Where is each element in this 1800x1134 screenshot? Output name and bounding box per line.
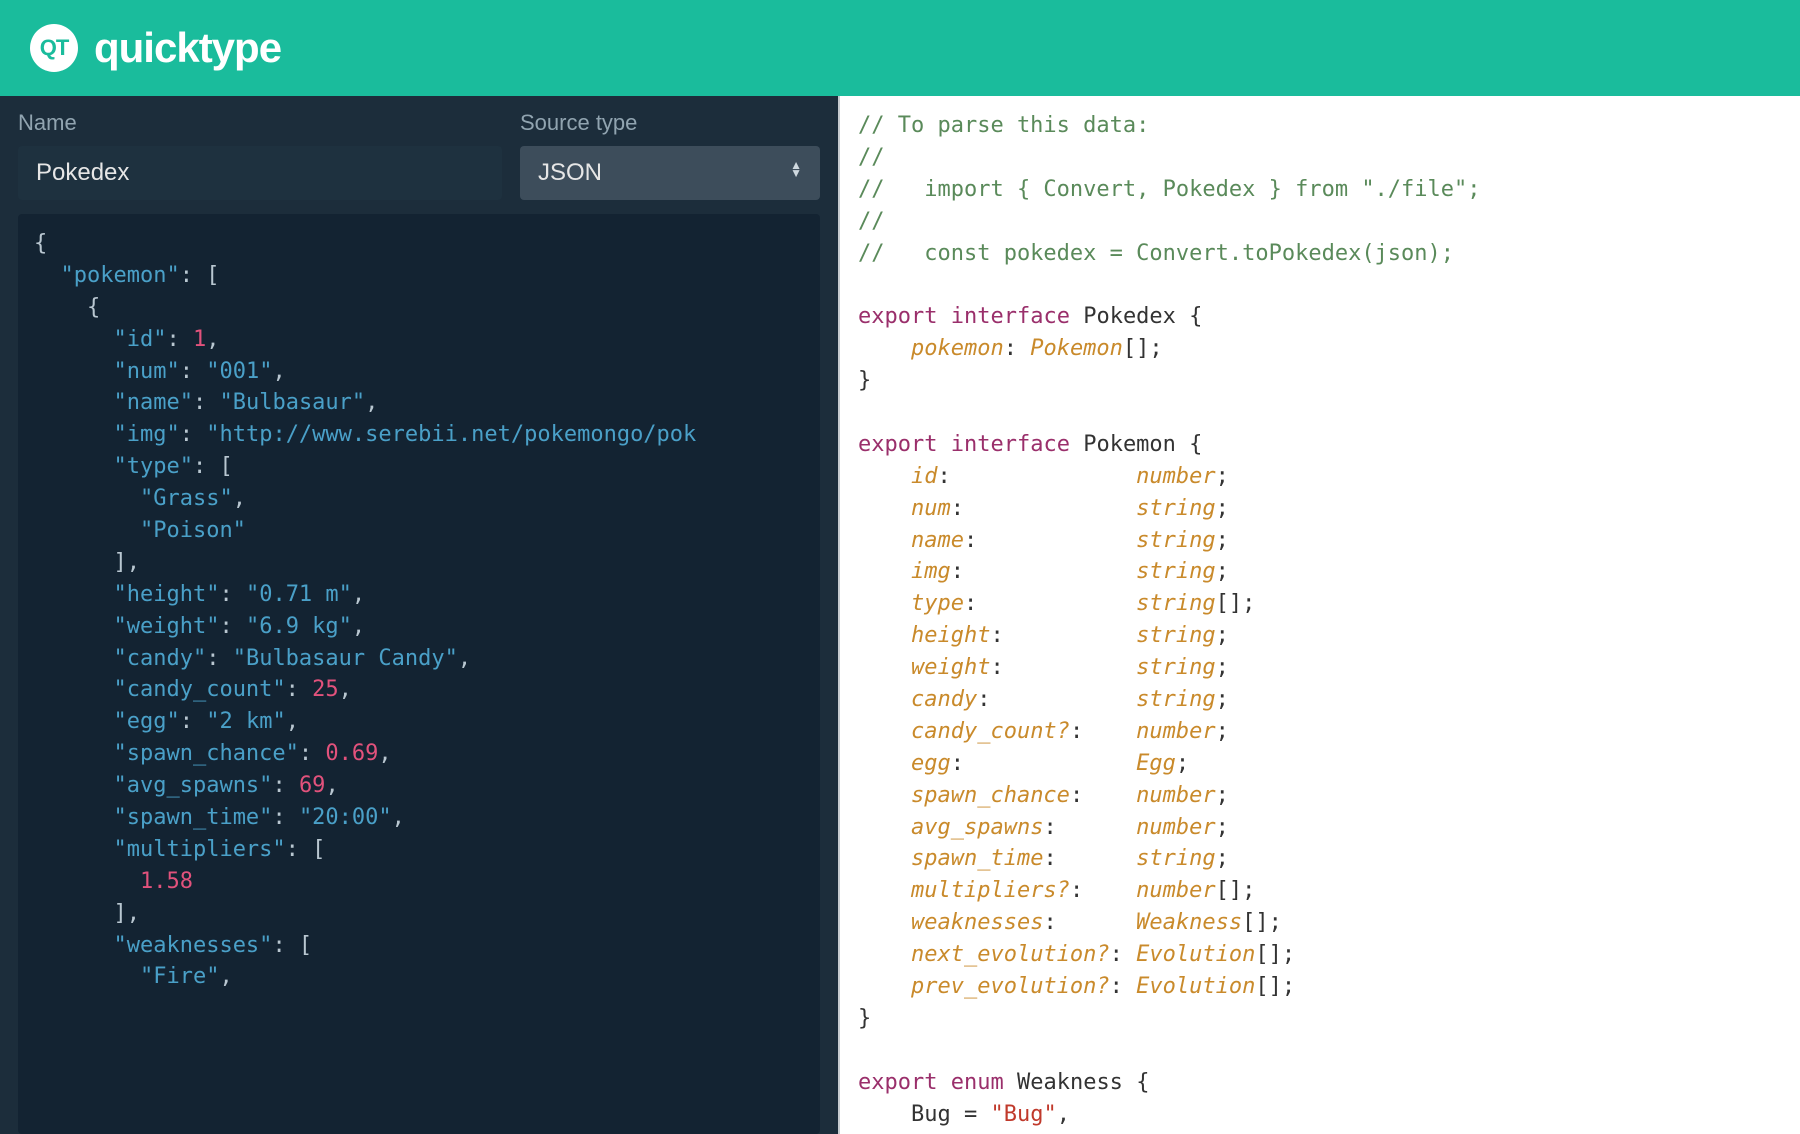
input-pane: Name Source type JSON ▲▼ { "pokemon": [ … (0, 96, 838, 1134)
main-area: Name Source type JSON ▲▼ { "pokemon": [ … (0, 96, 1800, 1134)
select-arrows-icon: ▲▼ (790, 165, 802, 181)
app-header: QT quicktype (0, 0, 1800, 96)
source-type-control: Source type JSON ▲▼ (520, 110, 820, 200)
brand-name: quicktype (94, 24, 281, 72)
output-pane[interactable]: // To parse this data: // // import { Co… (838, 96, 1800, 1134)
name-input[interactable] (18, 146, 502, 200)
source-type-label: Source type (520, 110, 820, 136)
source-type-select[interactable]: JSON ▲▼ (520, 146, 820, 200)
input-controls: Name Source type JSON ▲▼ (18, 110, 820, 200)
name-control: Name (18, 110, 502, 200)
name-label: Name (18, 110, 502, 136)
json-editor[interactable]: { "pokemon": [ { "id": 1, "num": "001", … (18, 214, 820, 1134)
logo-badge-icon: QT (30, 24, 78, 72)
source-type-value: JSON (538, 159, 602, 187)
